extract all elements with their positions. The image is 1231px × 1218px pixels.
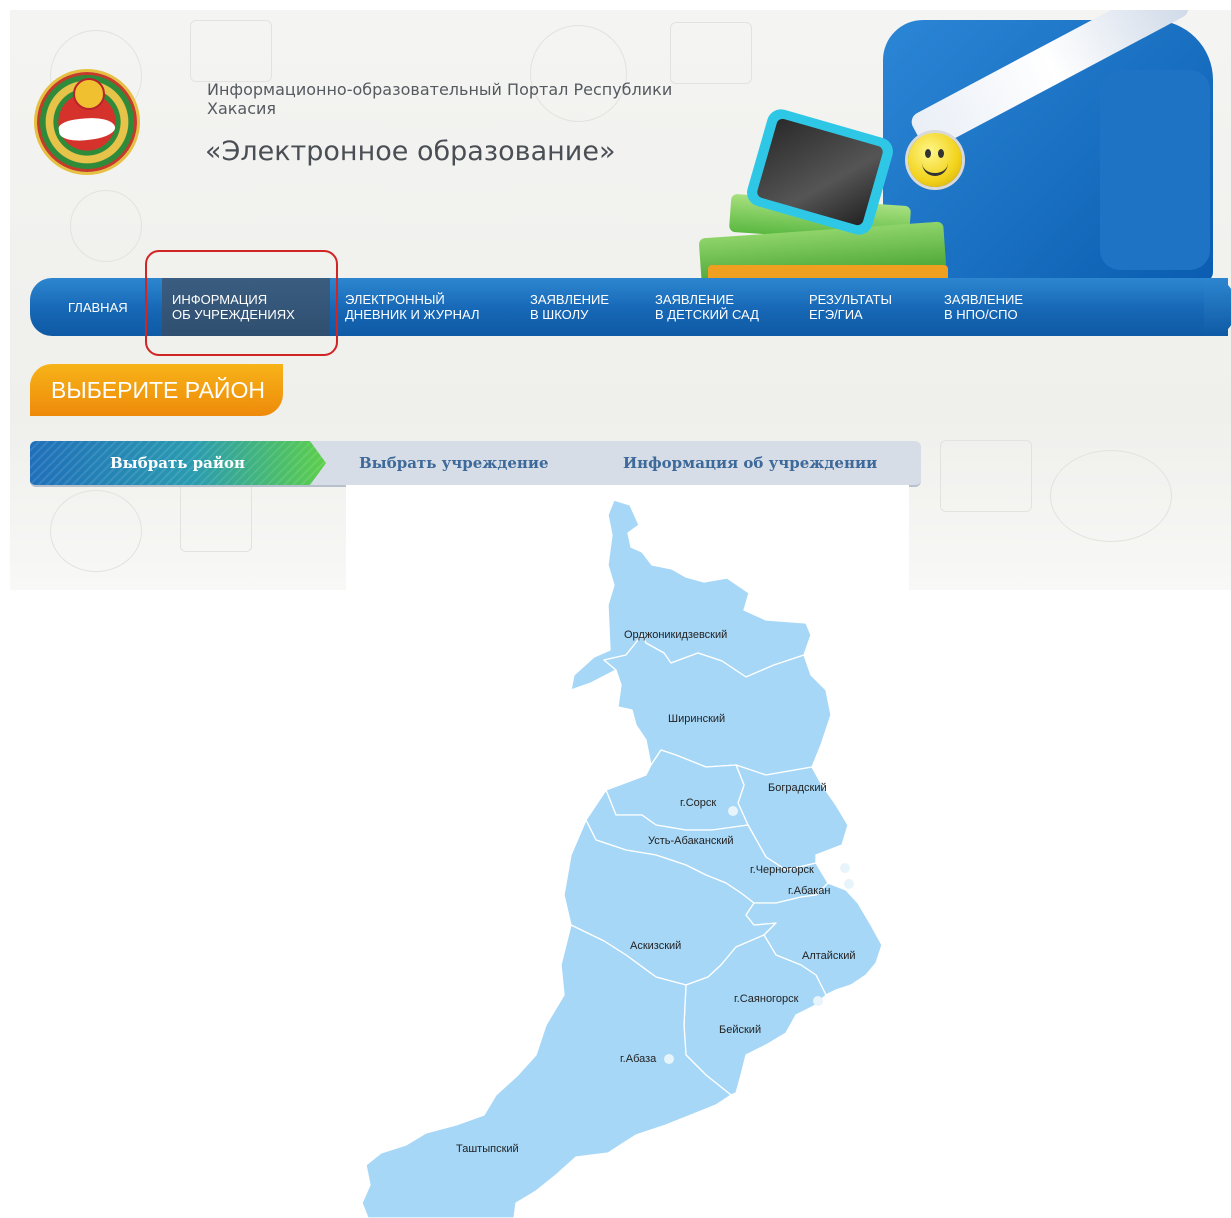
nav-item-label: ЕГЭ/ГИА (809, 307, 863, 322)
backpack-pocket (1100, 70, 1210, 270)
step-institution-info[interactable]: Информация об учреждении (623, 441, 877, 485)
page: Информационно-образовательный Портал Рес… (10, 10, 1231, 1218)
map-label-askizsky: Аскизский (630, 940, 681, 952)
emblem-horse-icon (57, 114, 117, 144)
map-label-shirinsky: Ширинский (668, 713, 725, 725)
site-title: «Электронное образование» (205, 136, 616, 167)
nav-item-school-application[interactable]: ЗАЯВЛЕНИЕ В ШКОЛУ (530, 278, 609, 336)
map-svg: Орджоникидзевский Ширинский Боградский г… (361, 499, 883, 1218)
doodle-notebook-icon (670, 22, 752, 84)
map-label-tashtypsky: Таштыпский (456, 1143, 519, 1155)
map-label-abaza: г.Абаза (620, 1053, 657, 1065)
nav-item-label: В ДЕТСКИЙ САД (655, 307, 759, 322)
nav-item-kindergarten-application[interactable]: ЗАЯВЛЕНИЕ В ДЕТСКИЙ САД (655, 278, 759, 336)
nav-item-label: В НПО/СПО (944, 307, 1018, 322)
map-label-ust-abakansky: Усть-Абаканский (648, 835, 734, 847)
smiley-badge-icon (908, 133, 962, 187)
nav-item-exam-results[interactable]: РЕЗУЛЬТАТЫ ЕГЭ/ГИА (809, 278, 892, 336)
coat-of-arms-logo[interactable] (37, 72, 137, 172)
doodle-apple-icon (70, 190, 142, 262)
map-label-sorsk: г.Сорск (680, 797, 716, 809)
doodle-notebook-icon (180, 480, 252, 552)
map-label-abakan: г.Абакан (788, 885, 830, 897)
nav-item-label: ЗАЯВЛЕНИЕ (530, 292, 610, 307)
nav-item-label: РЕЗУЛЬТАТЫ (809, 292, 892, 307)
city-dot-sayanogorsk[interactable] (813, 996, 823, 1006)
doodle-notebook-icon (940, 440, 1032, 512)
map-label-beysky: Бейский (719, 1024, 761, 1036)
doodle-apple-icon (1050, 450, 1172, 542)
nav-item-home[interactable]: ГЛАВНАЯ (68, 278, 128, 336)
nav-item-label: ДНЕВНИК И ЖУРНАЛ (345, 307, 480, 322)
map-label-sayanogorsk: г.Саяногорск (734, 993, 799, 1005)
map-label-ordzhonikidzevsky: Орджоникидзевский (624, 629, 727, 641)
nav-item-diary[interactable]: ЭЛЕКТРОННЫЙ ДНЕВНИК И ЖУРНАЛ (345, 278, 480, 336)
city-dot-chernogorsk[interactable] (840, 863, 850, 873)
map-label-bogradsky: Боградский (768, 782, 827, 794)
nav-item-label: ГЛАВНАЯ (68, 299, 128, 315)
doodle-notebook-icon (190, 20, 272, 82)
step-select-institution[interactable]: Выбрать учреждение (359, 441, 549, 485)
emblem-sun-icon (73, 78, 105, 110)
city-dot-sorsk[interactable] (728, 806, 738, 816)
map-label-chernogorsk: г.Черногорск (750, 864, 814, 876)
nav-item-label: ЗАЯВЛЕНИЕ (655, 292, 735, 307)
doodle-circle-icon (50, 490, 142, 572)
nav-item-vocational-application[interactable]: ЗАЯВЛЕНИЕ В НПО/СПО (944, 278, 1023, 336)
nav-item-label: ЭЛЕКТРОННЫЙ (345, 292, 445, 307)
map-label-altaysky: Алтайский (802, 950, 856, 962)
city-dot-abakan[interactable] (844, 879, 854, 889)
section-heading: ВЫБЕРИТЕ РАЙОН (30, 364, 283, 416)
annotation-highlight (145, 250, 338, 356)
step-progress: Выбрать район Выбрать учреждение Информа… (30, 441, 921, 487)
city-dot-abaza[interactable] (664, 1054, 674, 1064)
site-subtitle: Информационно-образовательный Портал Рес… (207, 80, 673, 118)
nav-item-label: В ШКОЛУ (530, 307, 589, 322)
step-select-district[interactable]: Выбрать район (110, 441, 245, 485)
district-map: Орджоникидзевский Ширинский Боградский г… (346, 485, 909, 1218)
nav-item-label: ЗАЯВЛЕНИЕ (944, 292, 1024, 307)
